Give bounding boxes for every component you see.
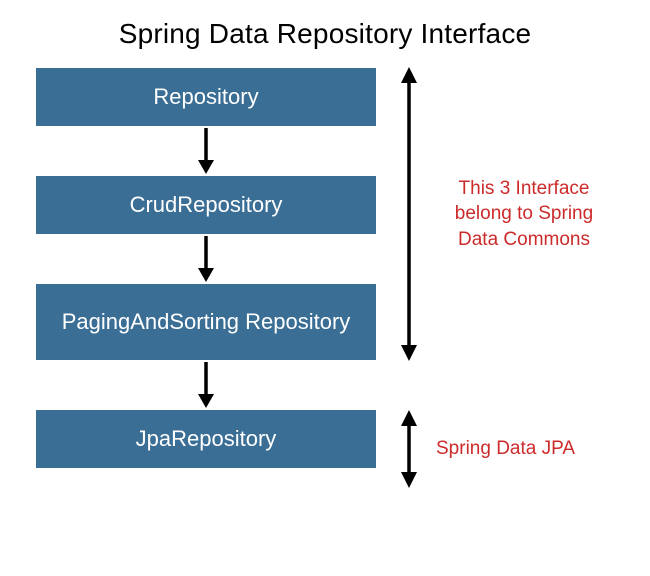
box-crud-repository-label: CrudRepository xyxy=(130,191,283,219)
diagram-content: Repository CrudRepository PagingAndSorti… xyxy=(0,58,650,488)
box-repository-label: Repository xyxy=(153,83,258,111)
box-repository: Repository xyxy=(36,68,376,126)
double-arrow-vertical-icon xyxy=(396,67,422,361)
annotation-column: This 3 Interface belong to Spring Data C… xyxy=(376,68,636,488)
hierarchy-column: Repository CrudRepository PagingAndSorti… xyxy=(36,68,376,468)
box-jpa-repository: JpaRepository xyxy=(36,410,376,468)
annotation-commons: This 3 Interface belong to Spring Data C… xyxy=(422,176,612,253)
arrow-down-icon xyxy=(194,360,218,410)
arrow-down-icon xyxy=(194,234,218,284)
box-paging-sorting-repository-label: PagingAndSorting Repository xyxy=(62,308,351,336)
box-paging-sorting-repository: PagingAndSorting Repository xyxy=(36,284,376,360)
annotation-jpa: Spring Data JPA xyxy=(422,436,575,462)
double-arrow-vertical-icon xyxy=(396,410,422,488)
bracket-jpa-group: Spring Data JPA xyxy=(396,410,575,488)
page-title: Spring Data Repository Interface xyxy=(0,0,650,58)
box-crud-repository: CrudRepository xyxy=(36,176,376,234)
bracket-commons-group: This 3 Interface belong to Spring Data C… xyxy=(396,68,612,360)
box-jpa-repository-label: JpaRepository xyxy=(136,425,277,453)
arrow-down-icon xyxy=(194,126,218,176)
